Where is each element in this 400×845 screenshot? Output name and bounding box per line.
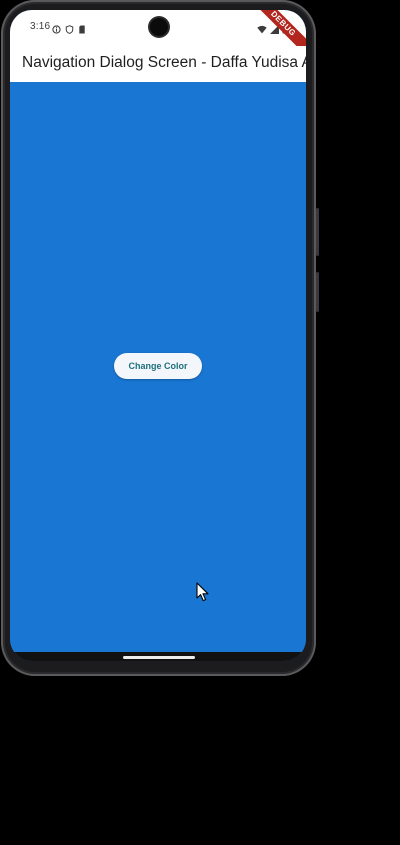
wifi-icon <box>257 21 267 39</box>
page-title: Navigation Dialog Screen - Daffa Yudisa … <box>22 54 306 71</box>
mouse-pointer-icon <box>196 582 210 602</box>
app-bar: Navigation Dialog Screen - Daffa Yudisa … <box>10 46 306 82</box>
volume-button <box>316 272 319 312</box>
phone-screen: 3:16 DEBUG Navigation Dialog Screen - Da… <box>10 10 306 661</box>
power-button <box>316 208 319 256</box>
status-icons-left <box>52 21 86 39</box>
status-time: 3:16 <box>30 21 51 32</box>
info-circle-icon <box>52 21 61 39</box>
home-indicator[interactable] <box>123 656 195 659</box>
status-bar: 3:16 DEBUG <box>10 10 306 61</box>
change-color-button[interactable]: Change Color <box>114 353 202 379</box>
device-stage: 3:16 DEBUG Navigation Dialog Screen - Da… <box>0 0 400 845</box>
front-camera <box>150 18 168 36</box>
sim-card-icon <box>78 21 86 39</box>
main-body: Change Color <box>10 82 306 652</box>
shield-icon <box>65 21 74 39</box>
